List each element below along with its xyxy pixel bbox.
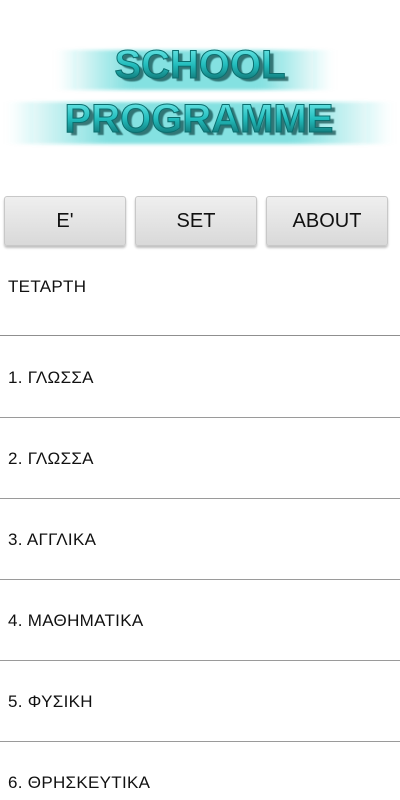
set-button[interactable]: SET (135, 196, 257, 246)
grade-button[interactable]: Ε' (4, 196, 126, 246)
list-item[interactable]: 3. ΑΓΓΛΙΚΑ (0, 499, 400, 580)
app-screen: SCHOOL PROGRAMME SCHOOL PROGRAMME Ε' SET… (0, 0, 400, 800)
list-item[interactable]: 4. ΜΑΘΗΜΑΤΙΚΑ (0, 580, 400, 661)
logo-line1: SCHOOL (114, 43, 285, 87)
day-divider (0, 335, 400, 336)
lesson-label: 4. ΜΑΘΗΜΑΤΙΚΑ (8, 611, 144, 630)
logo-image: SCHOOL PROGRAMME SCHOOL PROGRAMME (10, 43, 390, 144)
list-item[interactable]: 6. ΘΡΗΣΚΕΥΤΙΚΑ (0, 742, 400, 800)
lesson-label: 5. ΦΥΣΙΚΗ (8, 692, 93, 711)
lesson-label: 2. ΓΛΩΣΣΑ (8, 449, 94, 468)
list-item[interactable]: 5. ΦΥΣΙΚΗ (0, 661, 400, 742)
list-item[interactable]: 1. ΓΛΩΣΣΑ (0, 337, 400, 418)
day-title: ΤΕΤΑΡΤΗ (8, 277, 87, 296)
logo-line2: PROGRAMME (65, 97, 334, 141)
app-logo: SCHOOL PROGRAMME SCHOOL PROGRAMME (0, 40, 400, 150)
lesson-label: 6. ΘΡΗΣΚΕΥΤΙΚΑ (8, 773, 151, 792)
list-item[interactable]: 2. ΓΛΩΣΣΑ (0, 418, 400, 499)
lesson-label: 3. ΑΓΓΛΙΚΑ (8, 530, 97, 549)
button-bar: Ε' SET ABOUT (4, 196, 390, 248)
lesson-label: 1. ΓΛΩΣΣΑ (8, 368, 94, 387)
about-button[interactable]: ABOUT (266, 196, 388, 246)
lesson-list: 1. ΓΛΩΣΣΑ 2. ΓΛΩΣΣΑ 3. ΑΓΓΛΙΚΑ 4. ΜΑΘΗΜΑ… (0, 337, 400, 800)
